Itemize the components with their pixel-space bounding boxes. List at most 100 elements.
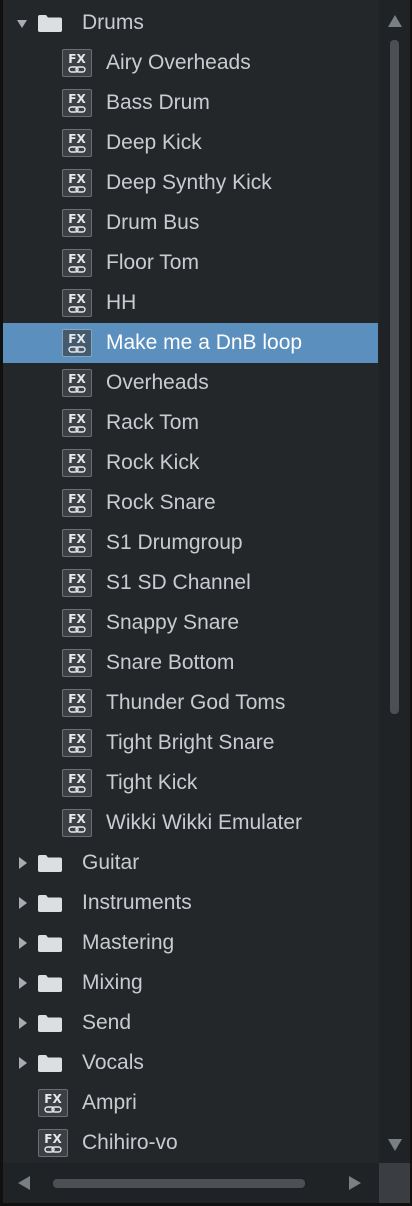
tree-preset-row[interactable]: FX Wikki Wikki Emulater (3, 803, 378, 843)
tree-item-label: S1 Drumgroup (106, 531, 243, 554)
fx-preset-icon: FX (38, 1089, 68, 1117)
folder-icon (37, 14, 63, 33)
fx-preset-icon: FX (62, 129, 92, 157)
triangle-right-icon[interactable] (19, 977, 27, 989)
tree-item-label: Drum Bus (106, 211, 200, 234)
horizontal-scrollbar[interactable] (3, 1163, 379, 1203)
fx-preset-icon: FX (62, 329, 92, 357)
tree-item-label: Guitar (82, 851, 140, 874)
preset-browser-panel: Drums FX Airy Overheads FX Bass Drum FX Deep K… (3, 0, 410, 1203)
tree-item-label: Instruments (82, 891, 192, 914)
triangle-right-icon[interactable] (19, 937, 27, 949)
vertical-scrollbar[interactable] (379, 0, 410, 1163)
tree-preset-row[interactable]: FX Snare Bottom (3, 643, 378, 683)
folder-icon (37, 854, 63, 873)
tree-preset-row[interactable]: FX Overheads (3, 363, 378, 403)
tree-preset-row[interactable]: FX Bass Drum (3, 83, 378, 123)
tree-item-label: Vocals (82, 1051, 144, 1074)
tree-preset-row[interactable]: FX Rack Tom (3, 403, 378, 443)
tree-folder-row[interactable]: Instruments (3, 883, 378, 923)
folder-icon (37, 934, 63, 953)
tree-item-label: Floor Tom (106, 251, 199, 274)
tree-item-label: Airy Overheads (106, 51, 251, 74)
fx-preset-icon: FX (62, 609, 92, 637)
fx-preset-icon: FX (62, 769, 92, 797)
fx-preset-icon: FX (38, 1129, 68, 1157)
fx-preset-icon: FX (62, 89, 92, 117)
tree-item-label: S1 SD Channel (106, 571, 251, 594)
tree-item-label: Snare Bottom (106, 651, 235, 674)
fx-preset-icon: FX (62, 569, 92, 597)
fx-preset-icon: FX (62, 289, 92, 317)
triangle-right-icon[interactable] (19, 1057, 27, 1069)
tree-folder-row[interactable]: Drums (3, 3, 378, 43)
scroll-up-arrow-icon[interactable] (388, 15, 402, 27)
tree-folder-row[interactable]: Mixing (3, 963, 378, 1003)
tree-folder-row[interactable]: Vocals (3, 1043, 378, 1083)
tree-item-label: Tight Kick (106, 771, 198, 794)
fx-preset-icon: FX (62, 49, 92, 77)
tree-item-label: Mixing (82, 971, 143, 994)
fx-preset-icon: FX (62, 169, 92, 197)
tree-preset-row[interactable]: FX Drum Bus (3, 203, 378, 243)
tree-folder-row[interactable]: Mastering (3, 923, 378, 963)
tree-item-label: Bass Drum (106, 91, 210, 114)
triangle-right-icon[interactable] (19, 1017, 27, 1029)
tree-item-label: Deep Synthy Kick (106, 171, 272, 194)
tree-folder-row[interactable]: Send (3, 1003, 378, 1043)
tree-preset-row[interactable]: FX Rock Snare (3, 483, 378, 523)
tree-item-label: Mastering (82, 931, 175, 954)
tree-preset-row[interactable]: FX Deep Synthy Kick (3, 163, 378, 203)
fx-preset-icon: FX (62, 729, 92, 757)
tree-item-label: Rock Kick (106, 451, 200, 474)
fx-preset-icon: FX (62, 809, 92, 837)
vertical-scroll-thumb[interactable] (390, 40, 399, 714)
tree-preset-row[interactable]: FX S1 Drumgroup (3, 523, 378, 563)
tree-item-label: Snappy Snare (106, 611, 240, 634)
tree-preset-row[interactable]: FX Rock Kick (3, 443, 378, 483)
tree-preset-row[interactable]: FX Tight Kick (3, 763, 378, 803)
tree-folder-row[interactable]: Guitar (3, 843, 378, 883)
triangle-right-icon[interactable] (19, 857, 27, 869)
folder-icon (37, 974, 63, 993)
fx-preset-icon: FX (62, 369, 92, 397)
tree-preset-row[interactable]: FX Tight Bright Snare (3, 723, 378, 763)
scroll-down-arrow-icon[interactable] (388, 1139, 402, 1151)
tree-item-label: Chihiro-vo (82, 1131, 178, 1154)
folder-icon (37, 894, 63, 913)
tree-item-label: Rack Tom (106, 411, 199, 434)
tree-item-label: Tight Bright Snare (106, 731, 275, 754)
fx-preset-icon: FX (62, 249, 92, 277)
tree-preset-row[interactable]: FX HH (3, 283, 378, 323)
tree-item-label: Drums (82, 11, 144, 34)
preset-tree: Drums FX Airy Overheads FX Bass Drum FX Deep K… (3, 3, 378, 1163)
tree-preset-row[interactable]: FX Make me a DnB loop (3, 323, 378, 363)
folder-icon (37, 1054, 63, 1073)
fx-preset-icon: FX (62, 689, 92, 717)
tree-item-label: Overheads (106, 371, 209, 394)
triangle-down-icon[interactable] (17, 20, 27, 28)
tree-item-label: Deep Kick (106, 131, 202, 154)
tree-preset-row[interactable]: FX Chihiro-vo (3, 1123, 378, 1163)
tree-item-label: Wikki Wikki Emulater (106, 811, 303, 834)
tree-item-label: Send (82, 1011, 132, 1034)
fx-preset-icon: FX (62, 489, 92, 517)
fx-preset-icon: FX (62, 529, 92, 557)
triangle-right-icon[interactable] (19, 897, 27, 909)
scroll-left-arrow-icon[interactable] (18, 1176, 30, 1190)
tree-preset-row[interactable]: FX S1 SD Channel (3, 563, 378, 603)
fx-preset-icon: FX (62, 209, 92, 237)
horizontal-scroll-thumb[interactable] (53, 1179, 305, 1188)
tree-preset-row[interactable]: FX Airy Overheads (3, 43, 378, 83)
tree-item-label: Ampri (82, 1091, 137, 1114)
tree-preset-row[interactable]: FX Ampri (3, 1083, 378, 1123)
tree-preset-row[interactable]: FX Deep Kick (3, 123, 378, 163)
tree-preset-row[interactable]: FX Snappy Snare (3, 603, 378, 643)
fx-preset-icon: FX (62, 449, 92, 477)
tree-preset-row[interactable]: FX Floor Tom (3, 243, 378, 283)
tree-item-label: Thunder God Toms (106, 691, 286, 714)
fx-preset-icon: FX (62, 649, 92, 677)
scroll-right-arrow-icon[interactable] (349, 1176, 361, 1190)
tree-item-label: Rock Snare (106, 491, 216, 514)
tree-preset-row[interactable]: FX Thunder God Toms (3, 683, 378, 723)
